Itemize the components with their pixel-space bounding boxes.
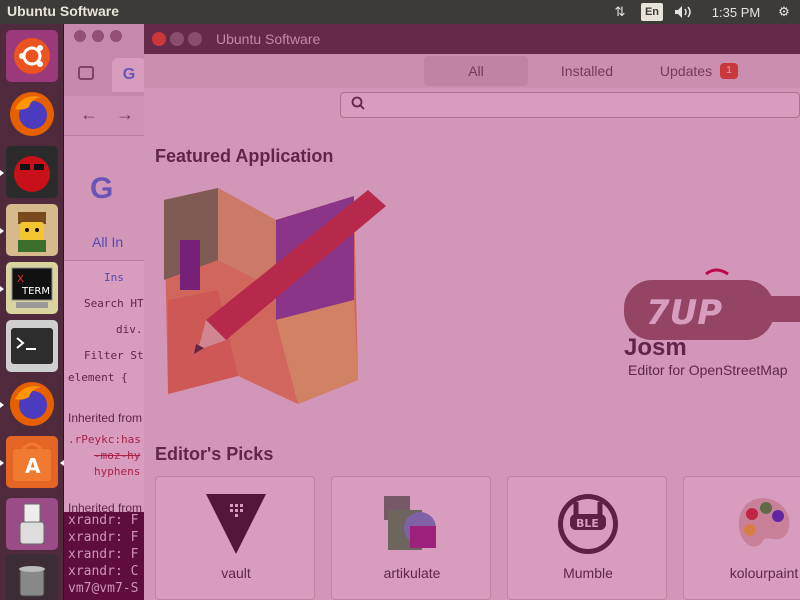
minimize-icon[interactable] bbox=[92, 30, 104, 42]
mumble-icon-text: BLE bbox=[576, 517, 599, 530]
software-center-icon: A bbox=[13, 442, 51, 481]
featured-app-name[interactable]: Josm bbox=[624, 334, 687, 362]
tab-overview-icon[interactable] bbox=[78, 66, 94, 80]
pick-name: vault bbox=[221, 565, 251, 581]
firefox-icon bbox=[10, 382, 54, 426]
minimize-icon[interactable] bbox=[170, 32, 184, 46]
vault-icon bbox=[201, 489, 271, 559]
josm-map-icon[interactable] bbox=[158, 180, 388, 412]
tab-label: All bbox=[468, 63, 484, 79]
tab-all[interactable]: All bbox=[424, 56, 528, 86]
overview-content: Featured Application 7UP Josm Editor for… bbox=[144, 124, 800, 600]
tab-label: Installed bbox=[560, 63, 614, 79]
firefox-icon bbox=[10, 92, 54, 136]
artikulate-icon bbox=[377, 489, 447, 559]
terminal-line: xrandr: F bbox=[68, 530, 139, 545]
trash-launcher[interactable] bbox=[6, 554, 58, 600]
close-icon[interactable] bbox=[74, 30, 86, 42]
terminal-line: xrandr: F bbox=[68, 513, 139, 528]
launcher: X TERM A bbox=[0, 24, 64, 600]
running-indicator bbox=[0, 460, 4, 466]
red-game-launcher[interactable] bbox=[6, 146, 58, 198]
lego-figure-icon bbox=[18, 212, 46, 252]
palette-icon bbox=[729, 489, 799, 559]
view-switcher: All Installed Updates 1 bbox=[144, 54, 800, 88]
app-menu-title[interactable]: Ubuntu Software bbox=[7, 3, 119, 19]
xterm-icon: XTERM bbox=[11, 267, 53, 308]
forward-arrow-icon[interactable]: → bbox=[116, 104, 134, 125]
clock[interactable]: 1:35 PM bbox=[706, 0, 766, 24]
pick-card-vault[interactable]: vault bbox=[155, 476, 315, 600]
window-titlebar[interactable]: Ubuntu Software bbox=[144, 24, 800, 54]
running-indicator bbox=[0, 170, 4, 176]
pick-name: artikulate bbox=[383, 565, 441, 581]
usb-icon bbox=[19, 503, 45, 545]
lego-game-launcher[interactable] bbox=[6, 204, 58, 256]
search-icon bbox=[351, 96, 365, 113]
network-icon[interactable]: ⇅ bbox=[608, 0, 632, 24]
terminal-line: xrandr: C bbox=[68, 564, 139, 579]
ubuntu-dash-button[interactable] bbox=[6, 30, 58, 82]
window-title: Ubuntu Software bbox=[216, 31, 321, 47]
google-logo: G bbox=[90, 172, 114, 205]
back-arrow-icon[interactable]: ← bbox=[80, 104, 98, 125]
updates-count-badge: 1 bbox=[720, 63, 739, 79]
top-panel: Ubuntu Software ⇅ En 1:35 PM ⚙ bbox=[0, 0, 800, 24]
angry-face-icon bbox=[14, 156, 50, 192]
running-indicator bbox=[0, 286, 4, 292]
trash-icon bbox=[19, 566, 45, 597]
7up-logo-text: 7UP bbox=[646, 293, 722, 333]
pick-card-kolourpaint[interactable]: kolourpaint bbox=[683, 476, 800, 600]
ubuntu-software-launcher[interactable]: A bbox=[6, 436, 58, 488]
featured-app-description: Editor for OpenStreetMap bbox=[628, 362, 788, 378]
gear-icon[interactable]: ⚙ bbox=[774, 0, 794, 24]
maximize-icon[interactable] bbox=[188, 32, 202, 46]
pick-name: Mumble bbox=[563, 565, 613, 581]
search-tabs[interactable]: All In bbox=[92, 234, 123, 250]
svg-text:A: A bbox=[25, 454, 41, 478]
editors-picks-heading: Editor's Picks bbox=[155, 444, 274, 464]
terminal-output: xrandr: F xrandr: F xrandr: F xrandr: C … bbox=[64, 512, 144, 600]
pick-card-artikulate[interactable]: artikulate bbox=[331, 476, 491, 600]
devtools-line: .rPeykc:has bbox=[68, 433, 141, 446]
svg-text:X: X bbox=[17, 274, 24, 285]
devtools-line: -moz-hy bbox=[94, 449, 141, 462]
browser-tab[interactable]: G bbox=[112, 58, 146, 92]
volume-icon[interactable] bbox=[670, 0, 698, 24]
maximize-icon[interactable] bbox=[110, 30, 122, 42]
tab-updates[interactable]: Updates 1 bbox=[644, 54, 754, 88]
terminal-icon bbox=[11, 328, 53, 364]
terminal-launcher[interactable] bbox=[6, 320, 58, 372]
ubuntu-software-window: Ubuntu Software All Installed Updates 1 F… bbox=[144, 24, 800, 600]
featured-heading: Featured Application bbox=[155, 146, 334, 166]
ubuntu-logo-icon bbox=[14, 38, 50, 74]
devtools-breadcrumb[interactable]: div. bbox=[116, 323, 143, 336]
focused-indicator bbox=[60, 460, 64, 466]
pick-name: kolourpaint bbox=[729, 565, 799, 581]
firefox-launcher[interactable] bbox=[6, 88, 58, 140]
pick-card-mumble[interactable]: BLE Mumble bbox=[507, 476, 667, 600]
running-indicator bbox=[0, 402, 4, 408]
firefox-launcher-2[interactable] bbox=[6, 378, 58, 430]
xterm-launcher[interactable]: X TERM bbox=[6, 262, 58, 314]
devtools-line: element { bbox=[68, 371, 128, 384]
svg-text:TERM: TERM bbox=[21, 286, 50, 297]
tab-label: Updates bbox=[659, 63, 713, 79]
close-icon[interactable] bbox=[152, 32, 166, 46]
devtools-line: Inherited from bbox=[68, 411, 143, 425]
devtools-line: hyphens bbox=[94, 465, 141, 478]
terminal-line: xrandr: F bbox=[68, 547, 139, 562]
running-indicator bbox=[0, 228, 4, 234]
keyboard-layout-indicator[interactable]: En bbox=[641, 3, 663, 21]
terminal-line: vm7@vm7-S bbox=[68, 581, 139, 596]
tab-installed[interactable]: Installed bbox=[542, 54, 632, 88]
devtools-inspect[interactable]: Ins bbox=[104, 271, 124, 284]
devtools-search[interactable]: Search HTM bbox=[84, 297, 150, 310]
mumble-icon: BLE bbox=[553, 489, 623, 559]
search-input[interactable] bbox=[340, 92, 800, 118]
usb-drive-launcher[interactable] bbox=[6, 498, 58, 550]
